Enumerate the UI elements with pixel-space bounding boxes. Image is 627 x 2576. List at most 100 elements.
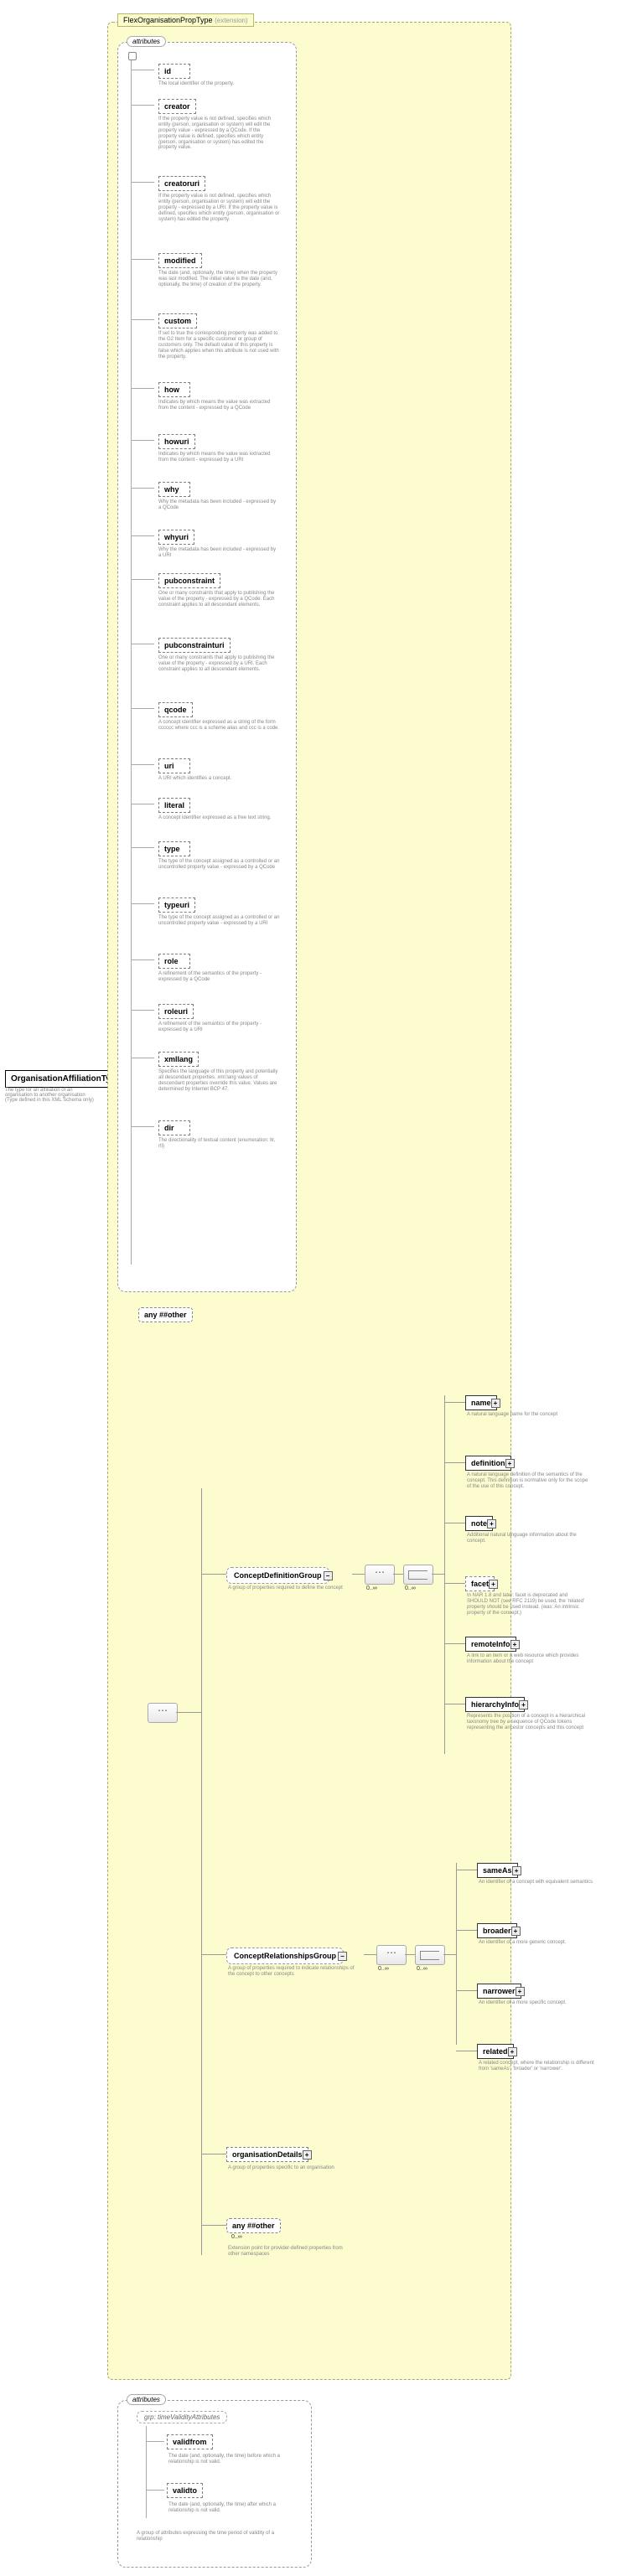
attribute-item: whyuriWhy the metadata has been included… [158,529,288,559]
attributes-container: attributes idThe local identifier of the… [117,42,297,1292]
attribute-name[interactable]: literal [158,798,190,813]
expand-icon[interactable]: + [487,1519,496,1529]
connector-line [131,105,154,106]
attribute-name[interactable]: role [158,954,190,969]
attribute-name[interactable]: creator [158,99,196,114]
cardinality: 0..∞ [405,1585,416,1591]
child-element-box[interactable]: note+ [465,1516,493,1531]
connector-line [131,1010,154,1011]
any-other-desc-2: Extension point for provider-defined pro… [228,2246,345,2258]
attribute-name[interactable]: roleuri [158,1004,194,1019]
child-element-label: note [471,1519,487,1528]
connector-line [456,1930,477,1931]
connector-line [146,2441,164,2442]
attribute-item: howIndicates by which means the value wa… [158,381,288,411]
child-element-box[interactable]: name+ [465,1395,497,1410]
connector-line [131,440,154,441]
attribute-name[interactable]: modified [158,253,202,268]
attribute-name[interactable]: whyuri [158,530,194,545]
expand-icon[interactable]: + [505,1459,515,1468]
expand-icon[interactable]: + [491,1399,500,1408]
child-element-box[interactable]: related+ [477,2044,514,2059]
attribute-desc: Why the metadata has been included - exp… [158,499,280,511]
expand-icon[interactable]: + [511,1927,521,1936]
attribute-name[interactable]: pubconstraint [158,573,220,588]
child-element-box[interactable]: broader+ [477,1923,517,1938]
attribute-name[interactable]: how [158,382,190,397]
extension-header: FlexOrganisationPropType (extension) [117,13,254,27]
attribute-desc: One or many constraints that apply to pu… [158,655,280,673]
attribute-name[interactable]: validto [167,2483,203,2498]
child-element-desc: Additional natural language information … [467,1533,588,1544]
attribute-item: typeuri The type of the concept assigned … [158,897,288,927]
attribute-name[interactable]: type [158,841,190,856]
child-element-desc: A natural language name for the concept [467,1412,588,1418]
concept-relationships-group[interactable]: ConceptRelationshipsGroup − [226,1948,344,1964]
expand-icon[interactable]: + [516,1987,525,1996]
child-element-box[interactable]: definition+ [465,1456,511,1471]
time-validity-group[interactable]: grp: timeValidityAttributes [137,2411,227,2423]
any-other-box-2[interactable]: any ##other [226,2218,281,2233]
extension-name: FlexOrganisationPropType [123,16,213,24]
attribute-name[interactable]: id [158,64,190,79]
child-element-desc: A link to an item or a web resource whic… [467,1653,588,1665]
attribute-item: type The type of the concept assigned as … [158,841,288,871]
attribute-desc: The type of the concept assigned as a co… [158,915,280,927]
attribute-name[interactable]: creatoruri [158,176,205,191]
time-validity-container: attributes grp: timeValidityAttributes A… [117,2400,312,2568]
organisation-details-desc: A group of properties specific to an org… [228,2165,345,2171]
expand-icon[interactable]: + [489,1580,498,1589]
expand-icon[interactable]: + [510,1640,520,1649]
attribute-name[interactable]: pubconstrainturi [158,638,231,653]
attribute-name[interactable]: typeuri [158,897,195,913]
organisation-details-box[interactable]: organisationDetails + [226,2147,308,2162]
child-element-label: related [483,2047,508,2056]
attribute-name[interactable]: validfrom [167,2434,213,2449]
connector-line [131,488,154,489]
connector-line [131,535,154,536]
concept-definition-group[interactable]: ConceptDefinitionGroup − [226,1567,329,1584]
child-element-desc: Represents the position of a concept in … [467,1714,588,1731]
child-element-label: broader [483,1927,511,1935]
child-element-desc: An identifier of a more specific concept… [479,2000,600,2006]
expand-icon[interactable]: + [512,1866,521,1875]
attr-trunk [131,55,155,1265]
expand-icon[interactable]: + [519,1700,528,1710]
child-element-box[interactable]: narrower+ [477,1984,521,1999]
choice-icon [403,1565,433,1585]
any-other-label-2: any ##other [232,2222,275,2230]
attribute-name[interactable]: howuri [158,434,195,449]
attribute-name[interactable]: qcode [158,702,193,717]
expand-icon[interactable]: + [508,2047,517,2056]
attribute-name[interactable]: uri [158,758,190,773]
child-element-desc: A related concept, where the relationshi… [479,2061,600,2072]
attributes-label: attributes [127,36,166,47]
any-other-box[interactable]: any ##other [138,1307,193,1322]
connector-line [131,182,154,183]
connector-line [444,1402,465,1403]
child-element-label: name [471,1399,491,1407]
connector-line [444,1583,465,1584]
attribute-name[interactable]: why [158,482,190,497]
child-element-box[interactable]: facet+ [465,1576,495,1591]
child-element-box[interactable]: hierarchyInfo+ [465,1697,525,1712]
attribute-name[interactable]: custom [158,313,197,328]
attribute-item: literalA concept identifier expressed as… [158,797,288,821]
concept-definition-group-desc: A group of properties required to define… [228,1585,354,1591]
attribute-name[interactable]: dir [158,1120,190,1135]
child-element-label: sameAs [483,1866,512,1875]
expand-icon[interactable]: − [324,1571,333,1580]
child-element-box[interactable]: sameAs+ [477,1863,518,1878]
attribute-desc: The directionality of textual content (e… [158,1138,280,1150]
child-element-label: facet [471,1580,489,1588]
connector-line [131,259,154,260]
sequence-icon [365,1565,395,1585]
expand-icon[interactable]: + [303,2150,312,2160]
attribute-name[interactable]: xmllang [158,1052,199,1067]
attribute-desc: The type of the concept assigned as a co… [158,859,280,871]
attribute-desc: Specifies the language of this property … [158,1069,280,1093]
cardinality: 0..∞ [366,1585,377,1591]
expand-icon[interactable]: − [338,1952,347,1961]
child-element-box[interactable]: remoteInfo+ [465,1637,516,1652]
connector-line [456,1990,477,1991]
